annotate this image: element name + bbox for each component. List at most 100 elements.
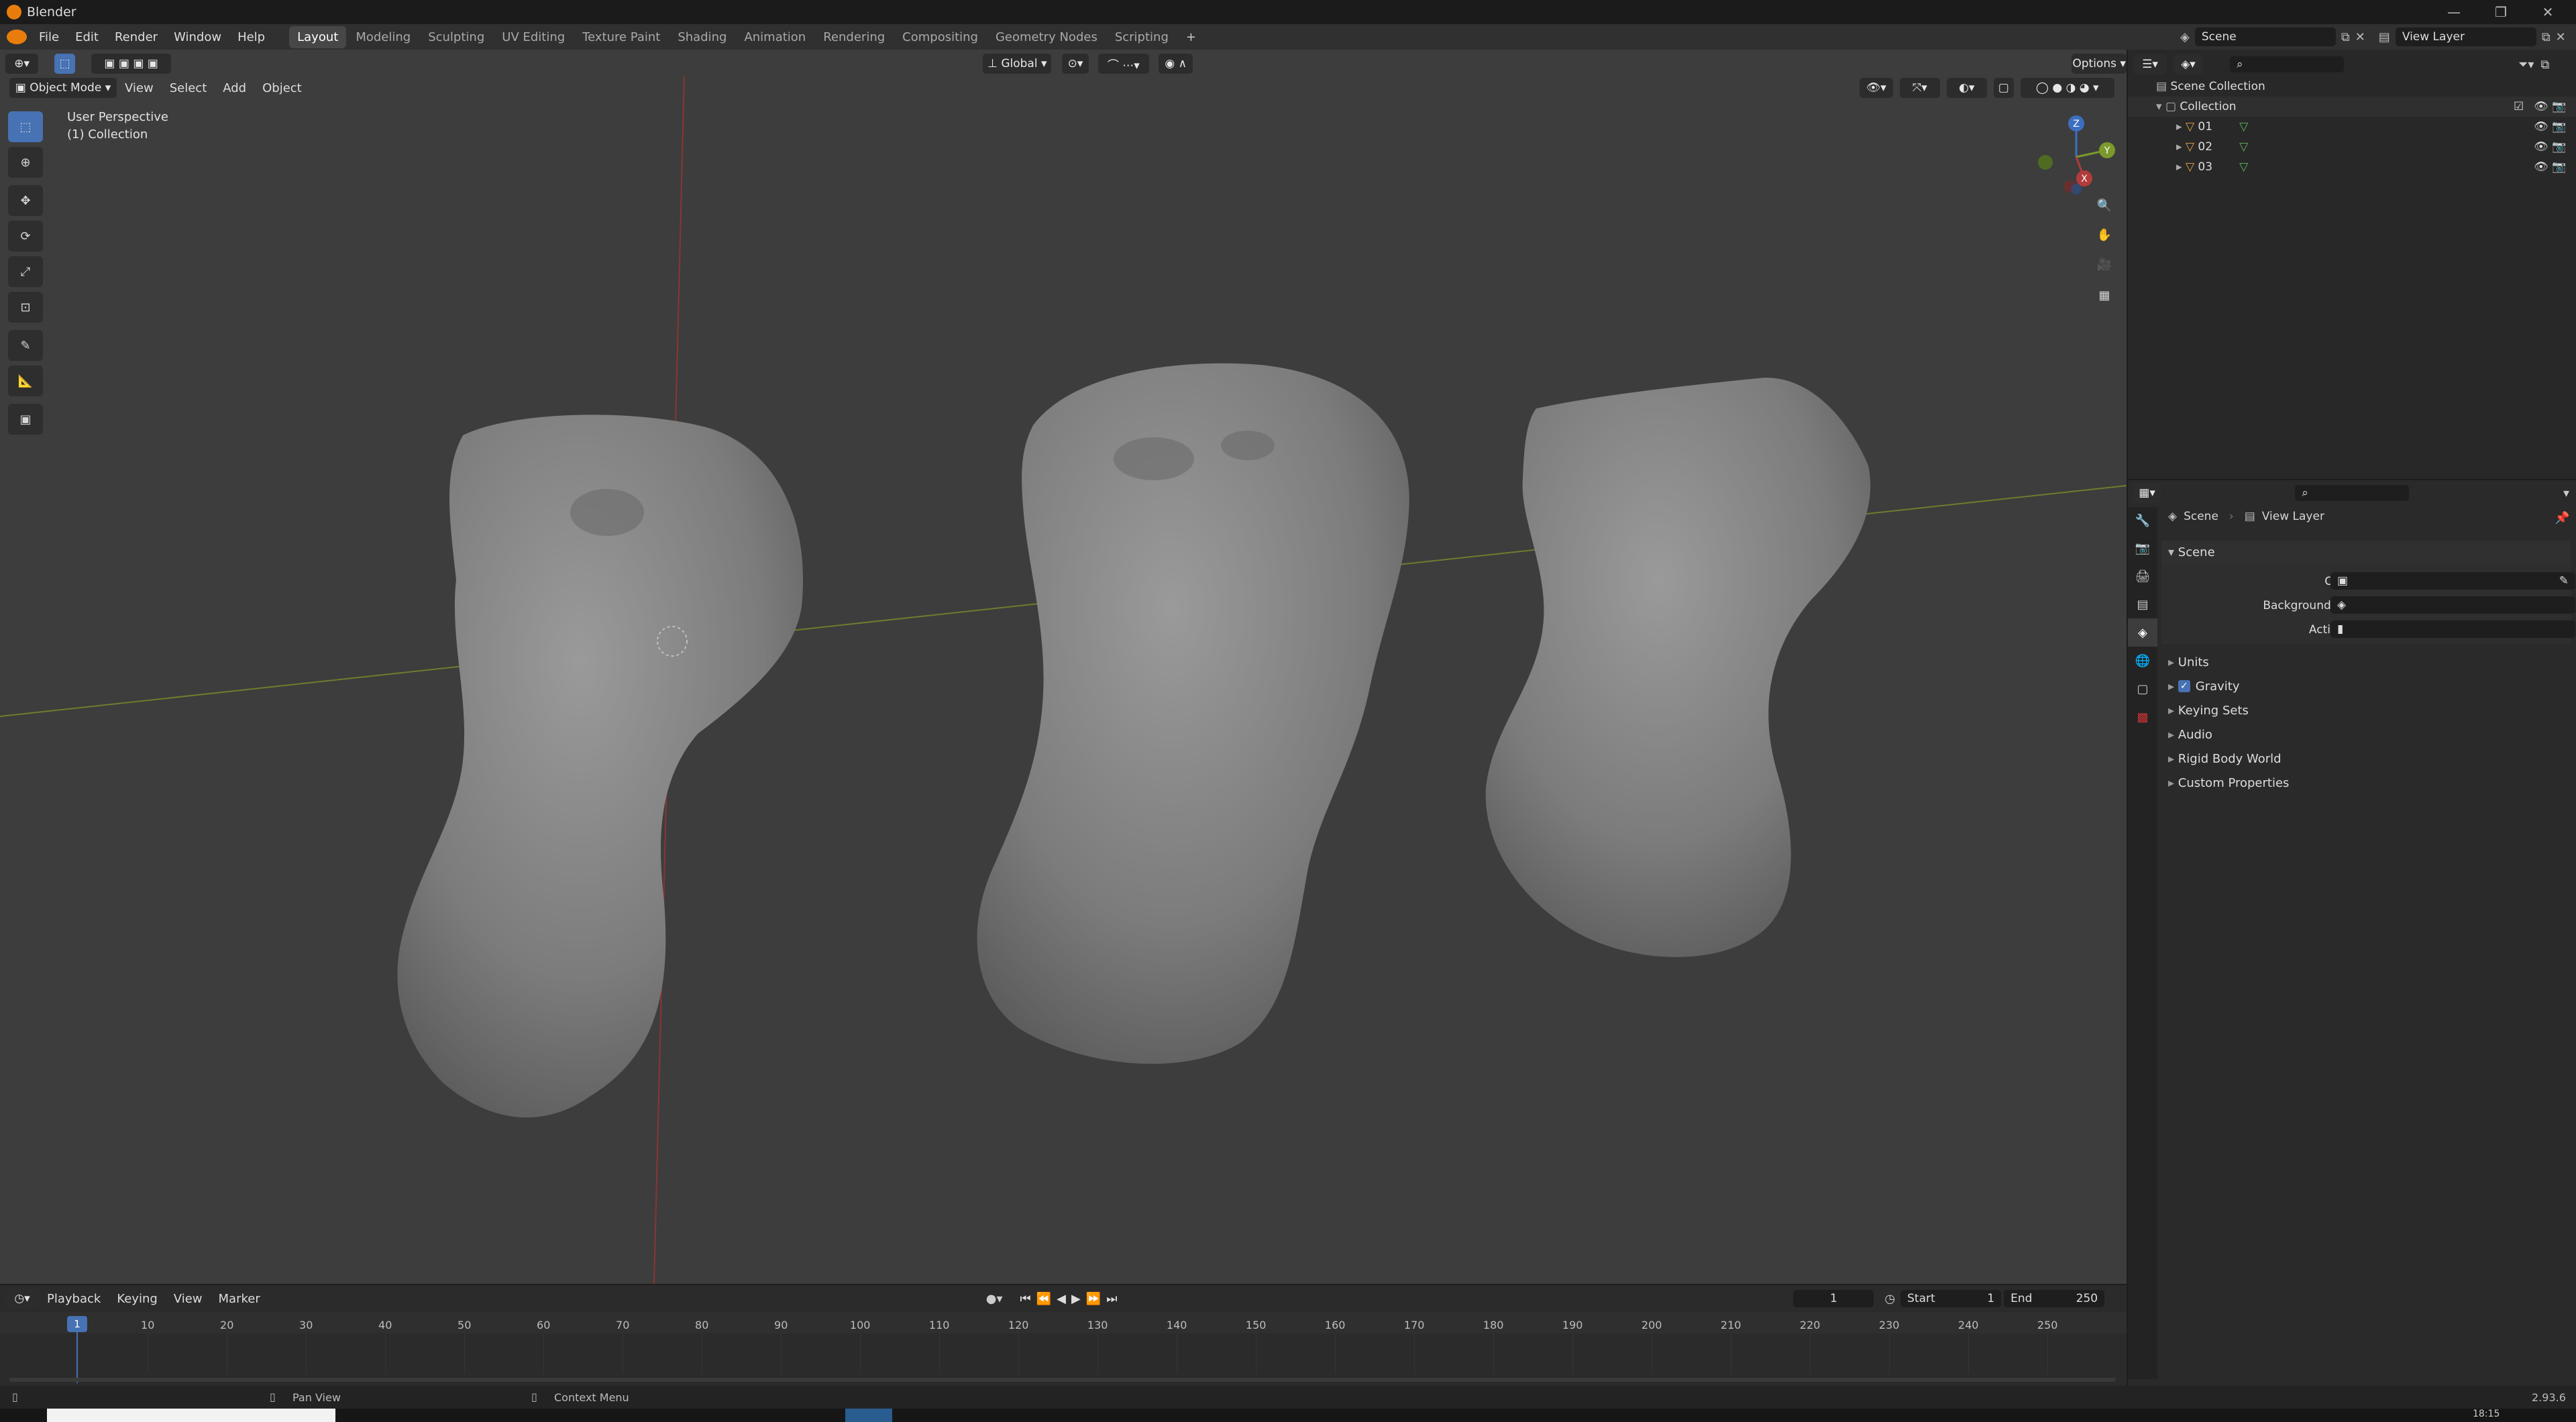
close-button[interactable]: ✕ xyxy=(2529,0,2567,24)
scale-tool-icon[interactable]: ⤢ xyxy=(8,256,43,287)
render-tab-icon[interactable]: 📷 xyxy=(2128,534,2157,562)
options-dropdown[interactable]: Options ▾ xyxy=(2072,54,2127,74)
expand-chevron-icon[interactable]: ▸ xyxy=(2176,160,2186,174)
visibility-icon[interactable]: 👁▾ xyxy=(1859,78,1893,98)
xray-toggle-icon[interactable]: ▢ xyxy=(1993,78,2014,98)
workspace-tab-animation[interactable]: Animation xyxy=(736,26,814,48)
exclude-checkbox[interactable]: ☑ xyxy=(2514,100,2524,113)
workspace-tab-geometry-nodes[interactable]: Geometry Nodes xyxy=(987,26,1106,48)
mesh-data-icon[interactable]: ▽ xyxy=(2239,120,2248,133)
scene-name-field[interactable]: Scene xyxy=(2194,28,2336,46)
viewport-menu-view[interactable]: View xyxy=(117,81,162,95)
new-view-layer-icon[interactable]: ⧉ xyxy=(2542,30,2551,44)
camera-view-icon[interactable]: 🎥 xyxy=(2091,251,2118,278)
move-tool-icon[interactable]: ✥ xyxy=(8,185,43,216)
render-camera-icon[interactable]: 📷 xyxy=(2552,140,2566,154)
menu-help[interactable]: Help xyxy=(229,30,273,44)
taskbar-active-app[interactable] xyxy=(845,1409,892,1422)
mode-dropdown[interactable]: ▣ Object Mode ▾ xyxy=(9,78,117,98)
add-cube-tool-icon[interactable]: ▣ xyxy=(8,404,43,435)
minimize-button[interactable]: — xyxy=(2435,0,2473,24)
properties-search-input[interactable]: ⌕ xyxy=(2295,485,2409,501)
outliner-row-scene-collection[interactable]: ▤ Scene Collection xyxy=(2128,76,2576,97)
select-tool-icon[interactable]: ⬚ xyxy=(8,111,43,142)
measure-tool-icon[interactable]: 📐 xyxy=(8,366,43,396)
display-mode-icon[interactable]: ◈▾ xyxy=(2174,54,2203,74)
timeline-scrollbar[interactable] xyxy=(9,1378,2116,1382)
active-clip-field[interactable]: ▮ xyxy=(2330,620,2575,638)
workspace-tab-layout[interactable]: Layout xyxy=(289,25,347,48)
annotate-tool-icon[interactable]: ✎ xyxy=(8,330,43,361)
viewport-menu-add[interactable]: Add xyxy=(215,81,254,95)
outliner-search-input[interactable]: ⌕ xyxy=(2230,56,2344,72)
expand-chevron-icon[interactable]: ▸ xyxy=(2176,120,2186,133)
menu-file[interactable]: File xyxy=(31,30,67,44)
selection-mode-icons[interactable]: ▣ ▣ ▣ ▣ xyxy=(91,54,172,74)
editor-type-icon[interactable]: ⊕▾ xyxy=(5,54,39,74)
gizmo-toggle-icon[interactable]: ⤧▾ xyxy=(1899,78,1940,98)
visibility-eye-icon[interactable]: 👁 xyxy=(2534,140,2548,154)
visibility-eye-icon[interactable]: 👁 xyxy=(2534,100,2548,113)
menu-edit[interactable]: Edit xyxy=(67,30,107,44)
view-layer-tab-icon[interactable]: ▤ xyxy=(2128,590,2157,618)
overlays-toggle-icon[interactable]: ◐▾ xyxy=(1946,78,1987,98)
view-layer-field[interactable]: View Layer xyxy=(2395,28,2536,46)
render-camera-icon[interactable]: 📷 xyxy=(2552,100,2566,113)
pivot-point-icon[interactable]: ⊙▾ xyxy=(1062,54,1089,74)
transform-orientation-dropdown[interactable]: ⊥ Global ▾ xyxy=(983,54,1052,74)
outliner-editor-type-icon[interactable]: ☰▾ xyxy=(2133,54,2167,74)
render-camera-icon[interactable]: 📷 xyxy=(2552,120,2566,133)
scene-tab-icon[interactable]: ◈ xyxy=(2128,618,2157,647)
new-scene-icon[interactable]: ⧉ xyxy=(2341,30,2350,44)
viewport-menu-select[interactable]: Select xyxy=(162,81,215,95)
pan-hand-icon[interactable]: ✋ xyxy=(2091,221,2118,248)
collection-tab-icon[interactable]: ▢ xyxy=(2128,675,2157,703)
workspace-tab-shading[interactable]: Shading xyxy=(669,26,735,48)
workspace-tab-texture-paint[interactable]: Texture Paint xyxy=(574,26,668,48)
outliner-row-object-01[interactable]: ▸ ▽ 01 ▽ 👁 📷 xyxy=(2128,117,2576,137)
scene-panel-header[interactable]: ▾ Scene xyxy=(2161,541,2571,563)
outliner-row-collection[interactable]: ▾ ▢ Collection ☑ 👁 📷 xyxy=(2128,97,2576,117)
output-tab-icon[interactable]: 🖨 xyxy=(2128,562,2157,590)
pin-icon[interactable]: 📌 xyxy=(2555,511,2569,525)
snap-toggle-icon[interactable]: ⌒ ⋯▾ xyxy=(1097,54,1150,74)
world-tab-icon[interactable]: 🌐 xyxy=(2128,647,2157,675)
mesh-data-icon[interactable]: ▽ xyxy=(2239,140,2248,154)
delete-view-layer-icon[interactable]: ✕ xyxy=(2556,30,2566,44)
playhead-frame-badge[interactable]: 1 xyxy=(67,1316,87,1332)
viewport-menu-object[interactable]: Object xyxy=(254,81,310,95)
gravity-panel-header[interactable]: ▸ ✓ Gravity xyxy=(2161,675,2571,698)
expand-chevron-icon[interactable]: ▸ xyxy=(2176,140,2186,154)
rotate-tool-icon[interactable]: ⟳ xyxy=(8,221,43,252)
expand-chevron-icon[interactable]: ▾ xyxy=(2156,100,2165,113)
zoom-icon[interactable]: 🔍 xyxy=(2091,192,2118,219)
perspective-toggle-icon[interactable]: ▦ xyxy=(2091,282,2118,309)
properties-editor-type-icon[interactable]: ▦▾ xyxy=(2133,483,2161,503)
proportional-editing-icon[interactable]: ◉ ∧ xyxy=(1159,54,1193,74)
texture-tab-icon[interactable]: ▩ xyxy=(2128,703,2157,731)
select-box-icon[interactable]: ⬚ xyxy=(54,54,76,74)
navigation-gizmo[interactable]: Z Y X xyxy=(2029,111,2123,199)
3d-viewport[interactable]: ⊕▾ ⬚ ▣ ▣ ▣ ▣ ⊥ Global ▾ ⊙▾ ⌒ ⋯▾ ◉ ∧ Opti… xyxy=(0,50,2127,1284)
workspace-tab-rendering[interactable]: Rendering xyxy=(815,26,893,48)
keying-sets-panel-header[interactable]: ▸ Keying Sets xyxy=(2161,699,2571,722)
workspace-tab-compositing[interactable]: Compositing xyxy=(894,26,986,48)
restore-button[interactable]: ❐ xyxy=(2482,0,2520,24)
units-panel-header[interactable]: ▸ Units xyxy=(2161,651,2571,673)
outliner-row-object-03[interactable]: ▸ ▽ 03 ▽ 👁 📷 xyxy=(2128,157,2576,177)
camera-field[interactable]: ▣ ✎ xyxy=(2330,572,2575,590)
workspace-tab-uv-editing[interactable]: UV Editing xyxy=(494,26,573,48)
delete-scene-icon[interactable]: ✕ xyxy=(2355,30,2365,44)
taskbar-search-box[interactable] xyxy=(47,1409,335,1422)
gravity-checkbox[interactable]: ✓ xyxy=(2178,680,2190,692)
outliner-row-object-02[interactable]: ▸ ▽ 02 ▽ 👁 📷 xyxy=(2128,137,2576,157)
filter-icon[interactable]: ⏷▾ xyxy=(2518,58,2534,72)
add-workspace-icon[interactable]: + xyxy=(1178,26,1204,48)
workspace-tab-scripting[interactable]: Scripting xyxy=(1107,26,1177,48)
properties-options-icon[interactable]: ▾ xyxy=(2563,486,2569,500)
new-collection-icon[interactable]: ⧉ xyxy=(2540,58,2549,72)
shading-mode-icons[interactable]: ◯ ● ◑ ◕ ▾ xyxy=(2020,78,2114,98)
visibility-eye-icon[interactable]: 👁 xyxy=(2534,120,2548,133)
mesh-data-icon[interactable]: ▽ xyxy=(2239,160,2248,174)
rigid-body-world-panel-header[interactable]: ▸ Rigid Body World xyxy=(2161,747,2571,770)
